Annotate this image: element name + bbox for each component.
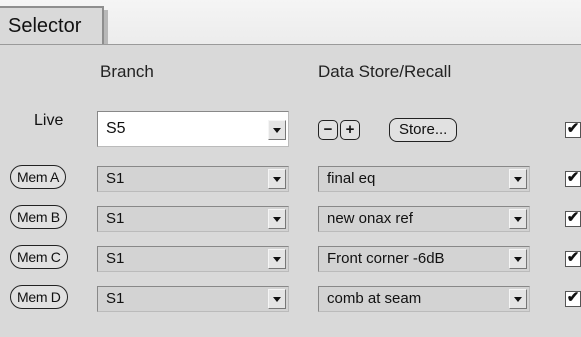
mem-c-checkbox[interactable]: ✔ <box>565 251 581 267</box>
mem-a-button[interactable]: Mem A <box>10 165 67 189</box>
decrement-button[interactable]: − <box>318 120 338 140</box>
mem-d-recall-value: comb at seam <box>327 290 422 307</box>
mem-c-recall-value: Front corner -6dB <box>327 250 445 267</box>
chevron-down-icon[interactable] <box>509 289 527 309</box>
mem-c-branch-select[interactable]: S1 <box>97 246 289 272</box>
mem-a-recall-select[interactable]: final eq <box>318 166 530 192</box>
checkmark-icon: ✔ <box>566 291 580 306</box>
live-branch-value: S5 <box>106 120 126 137</box>
tab-strip: Selector <box>0 0 581 45</box>
mem-b-checkbox[interactable]: ✔ <box>565 211 581 227</box>
mem-b-branch-select[interactable]: S1 <box>97 206 289 232</box>
mem-a-branch-value: S1 <box>106 170 125 187</box>
chevron-down-icon[interactable] <box>268 120 286 140</box>
mem-c-recall-select[interactable]: Front corner -6dB <box>318 246 530 272</box>
mem-a-branch-select[interactable]: S1 <box>97 166 289 192</box>
live-label: Live <box>34 112 64 129</box>
tab-divider <box>104 10 108 44</box>
mem-a-recall-value: final eq <box>327 170 376 187</box>
chevron-down-icon[interactable] <box>509 169 527 189</box>
selector-panel: Branch Data Store/Recall Live S5 − + Sto… <box>0 45 581 337</box>
mem-b-button[interactable]: Mem B <box>10 205 67 229</box>
mem-b-recall-select[interactable]: new onax ref <box>318 206 530 232</box>
live-branch-select[interactable]: S5 <box>97 111 289 147</box>
live-checkbox[interactable]: ✔ <box>565 122 581 138</box>
increment-button[interactable]: + <box>340 120 360 140</box>
branch-column-header: Branch <box>100 62 154 81</box>
mem-b-recall-value: new onax ref <box>327 210 413 227</box>
mem-d-branch-value: S1 <box>106 290 125 307</box>
mem-d-branch-select[interactable]: S1 <box>97 286 289 312</box>
chevron-down-icon[interactable] <box>268 289 286 309</box>
checkmark-icon: ✔ <box>566 211 580 226</box>
mem-a-checkbox[interactable]: ✔ <box>565 171 581 187</box>
selector-window: Selector Branch Data Store/Recall Live S… <box>0 0 581 337</box>
chevron-down-icon[interactable] <box>268 249 286 269</box>
checkmark-icon: ✔ <box>566 122 580 137</box>
chevron-down-icon[interactable] <box>509 249 527 269</box>
checkmark-icon: ✔ <box>566 251 580 266</box>
chevron-down-icon[interactable] <box>268 169 286 189</box>
mem-d-button[interactable]: Mem D <box>10 285 68 309</box>
mem-d-checkbox[interactable]: ✔ <box>565 291 581 307</box>
mem-d-recall-select[interactable]: comb at seam <box>318 286 530 312</box>
chevron-down-icon[interactable] <box>509 209 527 229</box>
mem-c-branch-value: S1 <box>106 250 125 267</box>
datastore-column-header: Data Store/Recall <box>318 62 452 81</box>
chevron-down-icon[interactable] <box>268 209 286 229</box>
mem-b-branch-value: S1 <box>106 210 125 227</box>
checkmark-icon: ✔ <box>566 171 580 186</box>
store-button[interactable]: Store... <box>389 118 458 142</box>
tab-selector[interactable]: Selector <box>0 6 104 44</box>
mem-c-button[interactable]: Mem C <box>10 245 68 269</box>
